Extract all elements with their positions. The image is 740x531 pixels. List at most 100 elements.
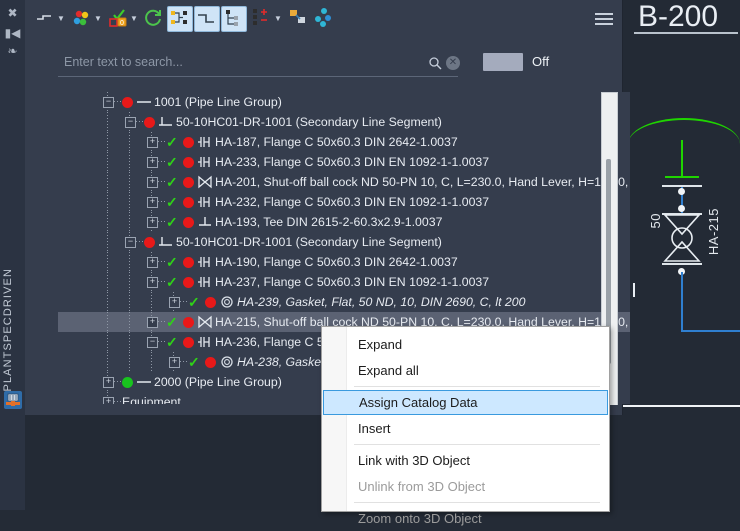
tree-expander-plus[interactable]: + bbox=[103, 377, 114, 388]
tree-row[interactable]: − 50-10HC01-DR-1001 (Secondary Line Segme… bbox=[58, 112, 630, 132]
tree-expander-plus[interactable]: + bbox=[147, 157, 158, 168]
context-menu-item[interactable]: Assign Catalog Data bbox=[323, 390, 608, 415]
validate-dropdown[interactable]: 0 bbox=[106, 6, 130, 30]
tree-expander-minus[interactable]: − bbox=[125, 117, 136, 128]
tree-row-label: HA-239, Gasket, Flat, 50 ND, 10, DIN 269… bbox=[237, 295, 526, 309]
tree-expander-plus[interactable]: + bbox=[147, 217, 158, 228]
validated-check-icon: ✓ bbox=[166, 154, 178, 170]
plant-equipment-icon[interactable] bbox=[4, 391, 22, 409]
status-dot-red bbox=[183, 217, 194, 228]
tree-guide-line bbox=[129, 212, 130, 232]
valve-icon bbox=[197, 315, 213, 329]
chevron-down-icon[interactable]: ▼ bbox=[57, 15, 65, 23]
status-dot-red bbox=[183, 317, 194, 328]
tree-row[interactable]: + ✓ HA-232, Flange C 50x60.3 DIN EN 1092-1… bbox=[58, 192, 630, 212]
tree-row[interactable]: − 50-10HC01-DR-1001 (Secondary Line Segme… bbox=[58, 232, 630, 252]
tree-row[interactable]: + ✓ HA-187, Flange C 50x60.3 DIN 2642-1.00… bbox=[58, 132, 630, 152]
pipe-line-lower bbox=[681, 272, 683, 332]
chevron-down-icon[interactable]: ▼ bbox=[274, 15, 282, 23]
search-toggle-label: Off bbox=[532, 54, 550, 69]
group-by-button[interactable] bbox=[221, 6, 247, 32]
tree-row[interactable]: + ✓ HA-201, Shut-off ball cock ND 50-PN 10… bbox=[58, 172, 630, 192]
show-flat-list-button[interactable] bbox=[194, 6, 220, 32]
search-toggle[interactable] bbox=[483, 53, 523, 71]
tree-connector-dash bbox=[158, 261, 165, 262]
tree-guide-line bbox=[107, 252, 108, 272]
tree-guide-line bbox=[129, 312, 130, 332]
close-icon[interactable]: ✖ bbox=[0, 6, 25, 20]
context-menu-item[interactable]: Insert bbox=[323, 416, 608, 441]
tree-connector-dash bbox=[114, 101, 121, 102]
context-menu-item[interactable]: Expand all bbox=[323, 358, 608, 383]
collapse-panel-icon[interactable]: ▮◀ bbox=[0, 26, 25, 40]
tree-guide-line bbox=[107, 332, 108, 352]
tree-row[interactable]: + ✓ HA-233, Flange C 50x60.3 DIN EN 1092-1… bbox=[58, 152, 630, 172]
tree-row[interactable]: + ✓ HA-190, Flange C 50x60.3 DIN 2642-1.00… bbox=[58, 252, 630, 272]
tree-expander-plus[interactable]: + bbox=[103, 397, 114, 404]
tree-expander-plus[interactable]: + bbox=[147, 277, 158, 288]
tree-expander-plus[interactable]: + bbox=[147, 177, 158, 188]
tree-expander-plus[interactable]: + bbox=[169, 297, 180, 308]
validated-check-icon: ✓ bbox=[166, 134, 178, 150]
validated-check-icon: ✓ bbox=[166, 194, 178, 210]
tree-guide-line bbox=[129, 172, 130, 192]
tree-guide-line bbox=[151, 352, 152, 372]
tree-guide-line bbox=[129, 292, 130, 312]
tree-connector-dash bbox=[180, 301, 187, 302]
valve-icon bbox=[197, 175, 213, 189]
tree-row[interactable]: + ✓ HA-239, Gasket, Flat, 50 ND, 10, DIN 2… bbox=[58, 292, 630, 312]
assign-object-button[interactable] bbox=[287, 6, 311, 30]
clear-x-icon[interactable]: ✕ bbox=[446, 56, 460, 70]
chevron-down-icon[interactable]: ▼ bbox=[130, 15, 138, 23]
line-segment-icon bbox=[158, 115, 174, 129]
tree-expander-plus[interactable]: + bbox=[169, 357, 180, 368]
tree-guide-line bbox=[107, 172, 108, 192]
tree-expander-minus[interactable]: − bbox=[125, 237, 136, 248]
context-menu-item: Unlink from 3D Object bbox=[358, 479, 486, 494]
search-input[interactable]: Enter text to search... ✕ bbox=[58, 50, 460, 77]
status-dot-red bbox=[183, 177, 194, 188]
tree-guide-line bbox=[107, 272, 108, 292]
color-status-dropdown[interactable] bbox=[70, 6, 94, 30]
tree-guide-line bbox=[107, 152, 108, 172]
flange-icon bbox=[197, 335, 213, 349]
context-menu[interactable]: Expand Expand all Assign Catalog Data Inser… bbox=[321, 326, 610, 526]
tree-row-label: HA-190, Flange C 50x60.3 DIN 2642-1.0037 bbox=[215, 255, 458, 269]
show-hierarchy-button[interactable] bbox=[167, 6, 193, 32]
tree-row[interactable]: + ✓ HA-193, Tee DIN 2615-2-60.3x2.9-1.0037 bbox=[58, 212, 630, 232]
tree-expander-plus[interactable]: + bbox=[147, 317, 158, 328]
green-nozzle-bar bbox=[665, 176, 699, 178]
status-dot-red bbox=[183, 197, 194, 208]
tree-guide-line bbox=[129, 352, 130, 372]
color-nodes-button[interactable] bbox=[313, 6, 337, 30]
flange-icon bbox=[197, 195, 213, 209]
drawing-tick-mark bbox=[633, 283, 635, 297]
line-style-dropdown[interactable] bbox=[33, 6, 57, 30]
tree-row-label: HA-233, Flange C 50x60.3 DIN EN 1092-1-1… bbox=[215, 155, 490, 169]
context-menu-item[interactable]: Link with 3D Object bbox=[323, 448, 608, 473]
tree-expander-plus[interactable]: + bbox=[147, 257, 158, 268]
flange-bar-bottom bbox=[662, 263, 702, 265]
validated-check-icon: ✓ bbox=[166, 214, 178, 230]
tree-expander-plus[interactable]: + bbox=[147, 197, 158, 208]
magnifier-icon[interactable] bbox=[428, 56, 442, 75]
tree-expander-plus[interactable]: + bbox=[147, 137, 158, 148]
context-menu-item[interactable]: Expand bbox=[323, 332, 608, 357]
settings-grid-icon[interactable]: ❧ bbox=[0, 44, 25, 58]
tree-row[interactable]: + ✓ HA-237, Flange C 50x60.3 DIN EN 1092-1… bbox=[58, 272, 630, 292]
tree-expander-minus[interactable]: − bbox=[147, 337, 158, 348]
flange-icon bbox=[197, 275, 213, 289]
tree-connector-dash bbox=[158, 281, 165, 282]
tree-row[interactable]: − 1001 (Pipe Line Group) bbox=[58, 92, 630, 112]
tree-connector-dash bbox=[158, 201, 165, 202]
connection-node-1 bbox=[678, 188, 685, 195]
ball-valve-symbol[interactable] bbox=[663, 213, 701, 263]
status-dot-red bbox=[183, 157, 194, 168]
refresh-button[interactable] bbox=[141, 6, 165, 30]
hamburger-menu-icon[interactable] bbox=[595, 13, 613, 25]
validated-check-icon: ✓ bbox=[188, 294, 200, 310]
chevron-down-icon[interactable]: ▼ bbox=[94, 15, 102, 23]
add-remove-dropdown[interactable] bbox=[250, 6, 274, 30]
status-dot-red bbox=[144, 237, 155, 248]
tree-expander-minus[interactable]: − bbox=[103, 97, 114, 108]
